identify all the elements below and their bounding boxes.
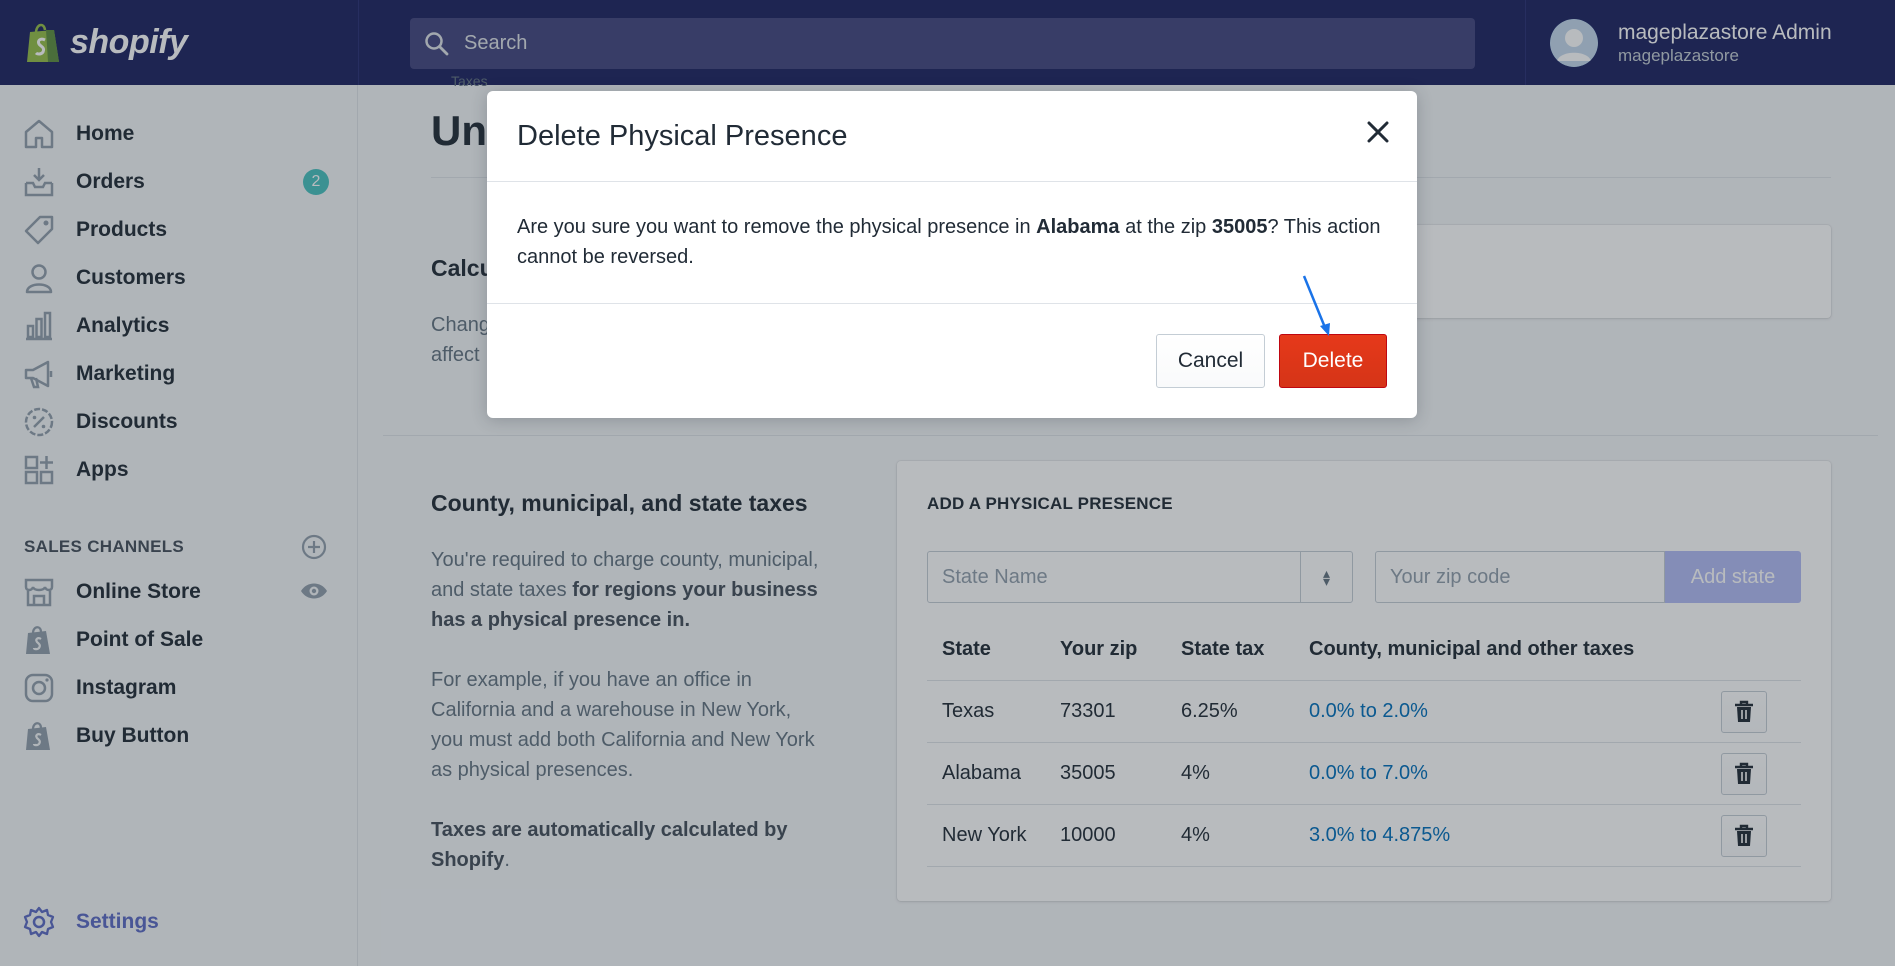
modal-body: Are you sure you want to remove the phys… bbox=[487, 182, 1417, 304]
modal-text: at the zip bbox=[1119, 216, 1212, 238]
delete-button[interactable]: Delete bbox=[1279, 334, 1387, 388]
modal-zip: 35005 bbox=[1211, 216, 1268, 238]
modal-state: Alabama bbox=[1036, 216, 1120, 238]
close-icon[interactable] bbox=[1363, 117, 1393, 147]
modal-title: Delete Physical Presence bbox=[517, 119, 848, 152]
cancel-button[interactable]: Cancel bbox=[1156, 334, 1265, 388]
delete-presence-modal: Delete Physical Presence Are you sure yo… bbox=[487, 91, 1417, 418]
annotation-arrow-icon bbox=[1302, 275, 1330, 336]
modal-footer: Cancel Delete bbox=[487, 304, 1417, 417]
modal-header: Delete Physical Presence bbox=[487, 91, 1417, 182]
modal-text: Are you sure you want to remove the phys… bbox=[517, 216, 1037, 238]
